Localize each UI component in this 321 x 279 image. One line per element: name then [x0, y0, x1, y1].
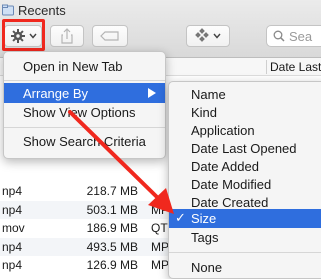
- file-size: 126.9 MB: [86, 258, 138, 272]
- share-icon: [61, 28, 73, 44]
- arrange-by-submenu: Name Kind Application Date Last Opened D…: [168, 81, 321, 279]
- submenu-item-size[interactable]: ✓ Size: [169, 209, 321, 228]
- menu-item-show-view-options[interactable]: Show View Options: [4, 102, 165, 122]
- chevron-down-icon: [213, 33, 221, 39]
- action-menu: Open in New Tab Arrange By Show View Opt…: [3, 51, 166, 159]
- file-kind: QT: [151, 221, 168, 235]
- column-header-date-last-opened[interactable]: Date Last: [270, 60, 321, 74]
- file-size: 503.1 MB: [86, 202, 138, 217]
- file-size: 186.9 MB: [86, 221, 138, 235]
- search-placeholder: Sea: [289, 28, 313, 44]
- menu-item-show-search-criteria[interactable]: Show Search Criteria: [4, 131, 165, 151]
- menu-separator: [4, 127, 165, 128]
- submenu-item-kind[interactable]: Kind: [169, 103, 321, 122]
- group-by-button[interactable]: [186, 25, 230, 47]
- menu-separator: [4, 80, 165, 81]
- tag-button[interactable]: [92, 25, 128, 47]
- file-kind: MP: [151, 202, 169, 217]
- folder-icon: [2, 4, 14, 16]
- submenu-item-name[interactable]: Name: [169, 85, 321, 104]
- search-icon: [273, 30, 285, 42]
- file-kind: MP: [151, 258, 169, 272]
- window-title: Recents: [2, 2, 66, 18]
- submenu-item-application[interactable]: Application: [169, 121, 321, 140]
- submenu-item-date-modified[interactable]: Date Modified: [169, 175, 321, 194]
- share-button[interactable]: [50, 25, 84, 47]
- checkmark-icon: ✓: [175, 210, 186, 225]
- file-name: np4: [2, 202, 23, 217]
- file-size: 493.5 MB: [86, 239, 138, 254]
- menu-item-label: Arrange By: [23, 85, 89, 101]
- submenu-item-tags[interactable]: Tags: [169, 228, 321, 247]
- submenu-item-date-added[interactable]: Date Added: [169, 157, 321, 176]
- window-toolbar: Recents Sea: [0, 0, 321, 58]
- file-size: 218.7 MB: [86, 184, 138, 198]
- search-input[interactable]: Sea: [266, 25, 321, 47]
- column-divider[interactable]: [266, 60, 267, 74]
- window-title-text: Recents: [18, 2, 66, 18]
- menu-item-arrange-by[interactable]: Arrange By: [4, 83, 165, 103]
- group-by-icon: [195, 28, 209, 42]
- submenu-item-label: Size: [191, 211, 217, 226]
- highlight-annotation: [2, 19, 45, 51]
- file-name: np4: [2, 239, 23, 254]
- menu-separator: [169, 252, 321, 253]
- file-name: np4: [2, 184, 23, 198]
- file-kind: MP: [151, 239, 169, 254]
- submenu-item-date-last-opened[interactable]: Date Last Opened: [169, 139, 321, 158]
- submenu-arrow-icon: [148, 88, 156, 98]
- tag-icon: [100, 31, 119, 41]
- file-name: np4: [2, 258, 23, 272]
- menu-item-open-in-new-tab[interactable]: Open in New Tab: [4, 56, 165, 76]
- submenu-item-none[interactable]: None: [169, 258, 321, 277]
- file-name: mov: [2, 221, 25, 235]
